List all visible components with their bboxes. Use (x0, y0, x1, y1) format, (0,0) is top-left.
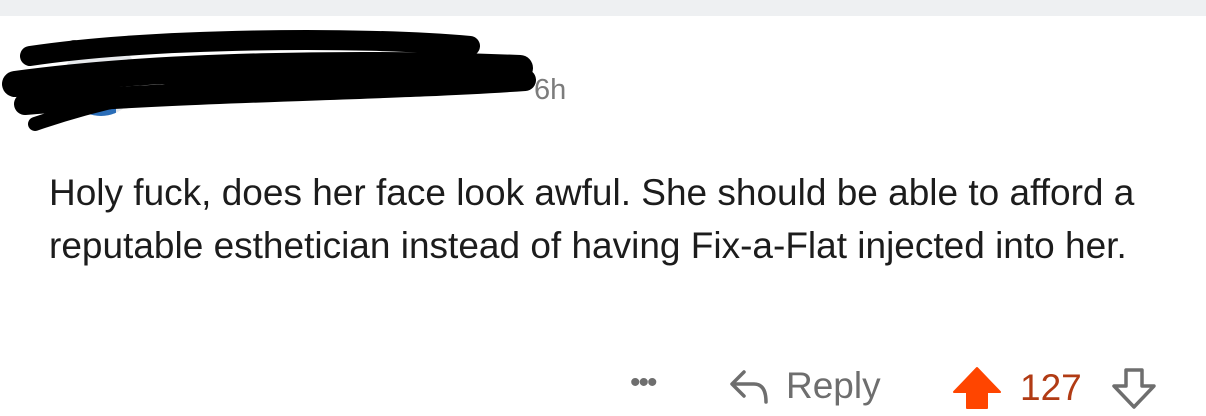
comment-card: 6h Holy fuck, does her face look awful. … (0, 16, 1206, 409)
reply-arrow-icon (730, 370, 768, 404)
arrow-down-icon[interactable] (1111, 366, 1157, 410)
comment-actions: ••• Reply 127 (0, 356, 1206, 416)
top-divider-strip (0, 0, 1206, 16)
comment-timestamp: 6h (534, 74, 567, 106)
comment-body: Holy fuck, does her face look awful. She… (49, 172, 1135, 266)
reply-button[interactable]: Reply (728, 362, 881, 410)
arrow-up-icon[interactable] (952, 366, 1002, 410)
vote-count: 127 (1020, 367, 1082, 408)
reply-label: Reply (786, 365, 881, 406)
redaction-scribble (2, 30, 536, 131)
more-options-button[interactable]: ••• (630, 366, 657, 400)
